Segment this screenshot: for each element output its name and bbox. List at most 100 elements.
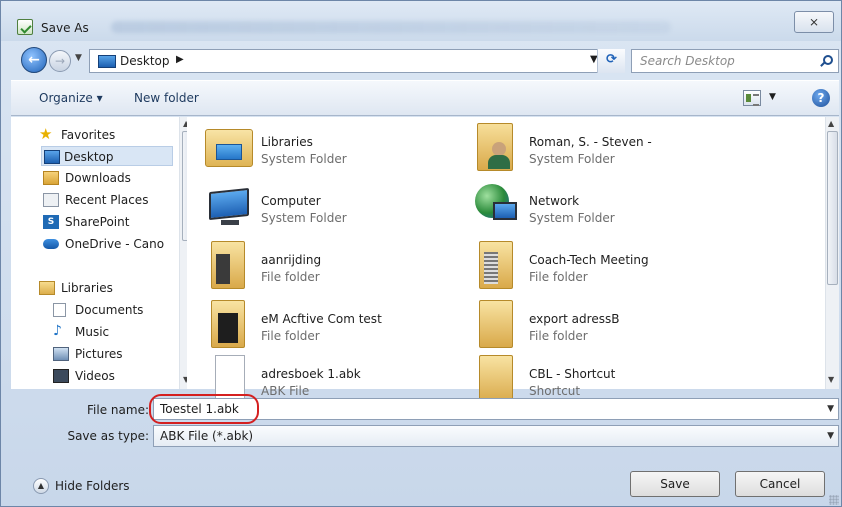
file-type: File folder <box>529 329 588 343</box>
file-item-aanrijding[interactable]: aanrijding File folder <box>205 241 465 291</box>
file-type: System Folder <box>529 152 615 166</box>
file-type: System Folder <box>261 152 347 166</box>
address-bar[interactable]: Desktop ▶ ▼ <box>89 49 625 73</box>
nav-item-downloads[interactable]: Downloads <box>43 168 175 188</box>
file-item-user[interactable]: Roman, S. - Steven - System Folder <box>473 123 733 173</box>
file-item-network[interactable]: Network System Folder <box>473 182 733 232</box>
organize-button[interactable]: Organize ▾ <box>39 91 103 105</box>
libraries-folder-icon <box>205 129 253 167</box>
nav-item-documents[interactable]: Documents <box>53 300 173 320</box>
nav-item-onedrive[interactable]: OneDrive - Cano <box>43 234 177 254</box>
nav-item-label: Recent Places <box>65 193 149 207</box>
scroll-up-icon[interactable]: ▲ <box>828 119 834 128</box>
close-button[interactable]: ⨯ <box>794 11 834 33</box>
file-name-dropdown-icon[interactable]: ▼ <box>827 404 834 414</box>
save-button[interactable]: Save <box>630 471 720 497</box>
nav-item-sharepoint[interactable]: S SharePoint <box>43 212 175 232</box>
command-toolbar: Organize ▾ New folder ▼ ? <box>11 80 839 116</box>
file-list-scrollbar[interactable]: ▲ ▼ <box>825 117 839 389</box>
nav-item-music[interactable]: ♪ Music <box>53 322 173 342</box>
title-bar: Save As ⨯ <box>1 1 841 41</box>
user-folder-icon <box>477 123 513 171</box>
downloads-icon <box>43 171 59 185</box>
folder-icon <box>479 241 513 289</box>
sharepoint-icon: S <box>43 215 59 229</box>
nav-item-libraries[interactable]: Libraries <box>39 278 175 298</box>
save-type-label: Save as type: <box>67 429 149 443</box>
file-name-label: File name: <box>87 403 149 417</box>
help-icon[interactable]: ? <box>812 89 830 107</box>
blurred-path <box>111 21 671 33</box>
file-item-export-adressb[interactable]: export adressB File folder <box>473 300 733 350</box>
search-placeholder[interactable]: Search Desktop <box>640 54 735 68</box>
recent-pages-dropdown-icon[interactable]: ▼ <box>75 53 82 63</box>
forward-button[interactable]: → <box>49 50 71 72</box>
desktop-icon <box>44 150 60 164</box>
nav-item-label: SharePoint <box>65 215 130 229</box>
save-type-select[interactable]: ABK File (*.abk) ▼ <box>153 425 839 447</box>
cancel-button[interactable]: Cancel <box>735 471 825 497</box>
nav-item-label: Documents <box>75 303 144 317</box>
save-dialog-icon <box>17 19 33 35</box>
search-icon[interactable] <box>823 55 833 65</box>
breadcrumb-chevron-icon[interactable]: ▶ <box>176 54 184 65</box>
folder-icon <box>211 300 245 348</box>
file-list-scroll-thumb[interactable] <box>827 131 838 285</box>
file-item-computer[interactable]: Computer System Folder <box>205 182 465 232</box>
hide-folders-button[interactable]: Hide Folders <box>55 479 130 493</box>
file-item-em-active[interactable]: eM Acftive Com test File folder <box>205 300 465 350</box>
file-item-coach-tech[interactable]: Coach-Tech Meeting File folder <box>473 241 733 291</box>
file-name: CBL - Shortcut <box>529 367 616 381</box>
nav-item-recent-places[interactable]: Recent Places <box>43 190 175 210</box>
file-name: eM Acftive Com test <box>261 312 382 326</box>
file-name: Roman, S. - Steven - <box>529 135 652 149</box>
file-name: Libraries <box>261 135 313 149</box>
navigation-pane: ★ Favorites Desktop Downloads Recent Pla… <box>11 117 195 389</box>
libraries-icon <box>39 281 55 295</box>
save-type-value[interactable]: ABK File (*.abk) <box>160 429 253 443</box>
music-icon: ♪ <box>53 323 62 339</box>
file-type: System Folder <box>261 211 347 225</box>
file-name: Network <box>529 194 580 208</box>
nav-item-label: Videos <box>75 369 115 383</box>
nav-item-desktop[interactable]: Desktop <box>41 146 173 166</box>
videos-icon <box>53 369 69 383</box>
scroll-down-icon[interactable]: ▼ <box>828 375 834 384</box>
folder-icon <box>479 300 513 348</box>
file-type: Shortcut <box>529 384 581 398</box>
resize-grip-icon[interactable] <box>829 495 839 505</box>
recent-places-icon <box>43 193 59 207</box>
new-folder-button[interactable]: New folder <box>134 91 199 105</box>
file-name: export adressB <box>529 312 620 326</box>
save-as-dialog: Save As ⨯ ← → ▼ Desktop ▶ ▼ ⟳ Search Des… <box>0 0 842 507</box>
file-type: ABK File <box>261 384 310 398</box>
nav-item-label: Downloads <box>65 171 131 185</box>
file-name: adresboek 1.abk <box>261 367 361 381</box>
shortcut-folder-icon <box>479 355 513 403</box>
hide-folders-icon[interactable]: ▲ <box>33 478 49 494</box>
nav-item-label: Favorites <box>61 128 116 142</box>
nav-item-label: Pictures <box>75 347 123 361</box>
nav-item-pictures[interactable]: Pictures <box>53 344 173 364</box>
refresh-button[interactable]: ⟳ <box>597 49 625 73</box>
back-button[interactable]: ← <box>21 47 47 73</box>
file-type: File folder <box>261 329 320 343</box>
file-name-highlight <box>149 394 259 424</box>
save-type-dropdown-icon[interactable]: ▼ <box>827 431 834 441</box>
file-item-libraries[interactable]: Libraries System Folder <box>205 123 465 173</box>
window-title: Save As <box>41 21 89 35</box>
documents-icon <box>53 303 66 317</box>
file-type: File folder <box>261 270 320 284</box>
search-input[interactable]: Search Desktop <box>631 49 839 73</box>
onedrive-icon <box>43 239 59 249</box>
address-location[interactable]: Desktop <box>120 54 170 68</box>
nav-item-videos[interactable]: Videos <box>53 366 173 386</box>
star-icon: ★ <box>39 125 53 143</box>
view-dropdown-icon[interactable]: ▼ <box>769 92 776 102</box>
nav-item-favorites[interactable]: ★ Favorites <box>39 125 175 145</box>
desktop-icon <box>98 55 116 68</box>
file-name: Computer <box>261 194 321 208</box>
nav-item-label: Desktop <box>64 150 114 164</box>
change-view-icon[interactable] <box>743 90 761 106</box>
nav-item-label: Music <box>75 325 110 339</box>
